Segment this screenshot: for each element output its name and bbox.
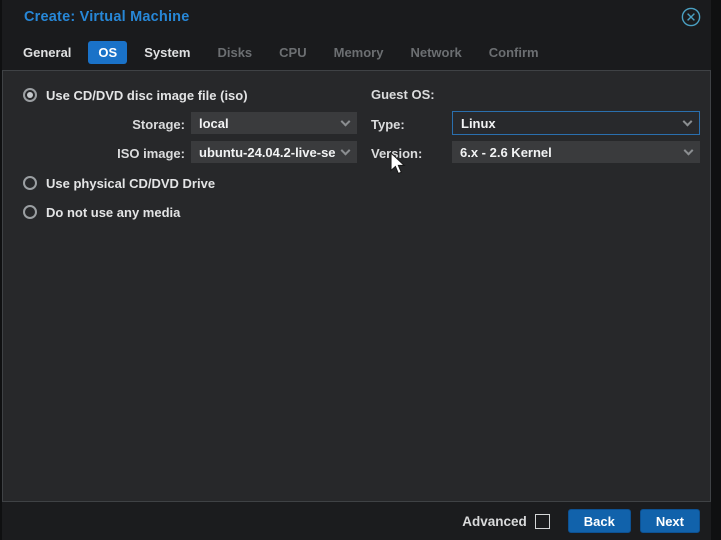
storage-label: Storage: [63,117,185,132]
advanced-checkbox[interactable] [535,514,550,529]
close-icon [681,7,701,27]
radio-selected-icon [23,88,37,102]
dialog-title: Create: Virtual Machine [24,9,190,25]
back-button[interactable]: Back [568,509,631,533]
version-select-value: 6.x - 2.6 Kernel [460,145,552,160]
radio-physical-drive[interactable]: Use physical CD/DVD Drive [23,175,215,191]
tab-memory: Memory [324,41,394,64]
storage-select-value: local [199,116,229,131]
storage-select[interactable]: local [191,112,357,134]
create-vm-dialog: Create: Virtual Machine General OS Syste… [2,0,711,540]
type-select-value: Linux [461,116,496,131]
tab-network: Network [400,41,471,64]
next-button[interactable]: Next [640,509,700,533]
chevron-down-icon [341,117,351,127]
iso-image-select-value: ubuntu-24.04.2-live-se [199,145,336,160]
tab-general[interactable]: General [13,41,81,64]
dialog-titlebar: Create: Virtual Machine [2,0,711,34]
dialog-footer: Advanced Back Next [2,502,711,540]
os-tab-panel: Use CD/DVD disc image file (iso) Storage… [2,70,711,502]
version-label: Version: [371,146,422,161]
chevron-down-icon [341,146,351,156]
tab-disks: Disks [207,41,262,64]
advanced-label: Advanced [462,514,527,529]
chevron-down-icon [684,146,694,156]
tab-os[interactable]: OS [88,41,127,64]
tab-cpu: CPU [269,41,316,64]
radio-use-iso-label: Use CD/DVD disc image file (iso) [46,88,248,103]
guest-os-heading: Guest OS: [371,87,435,102]
type-label: Type: [371,117,405,132]
radio-no-media[interactable]: Do not use any media [23,204,180,220]
tab-confirm: Confirm [479,41,549,64]
radio-unselected-icon [23,176,37,190]
radio-use-iso[interactable]: Use CD/DVD disc image file (iso) [23,87,248,103]
radio-no-media-label: Do not use any media [46,205,180,220]
wizard-tabbar: General OS System Disks CPU Memory Netwo… [2,34,711,70]
tab-system[interactable]: System [134,41,200,64]
iso-image-select[interactable]: ubuntu-24.04.2-live-se [191,141,357,163]
chevron-down-icon [683,117,693,127]
close-button[interactable] [680,6,702,28]
radio-unselected-icon [23,205,37,219]
radio-physical-drive-label: Use physical CD/DVD Drive [46,176,215,191]
type-select[interactable]: Linux [452,111,700,135]
version-select[interactable]: 6.x - 2.6 Kernel [452,141,700,163]
iso-image-label: ISO image: [63,146,185,161]
